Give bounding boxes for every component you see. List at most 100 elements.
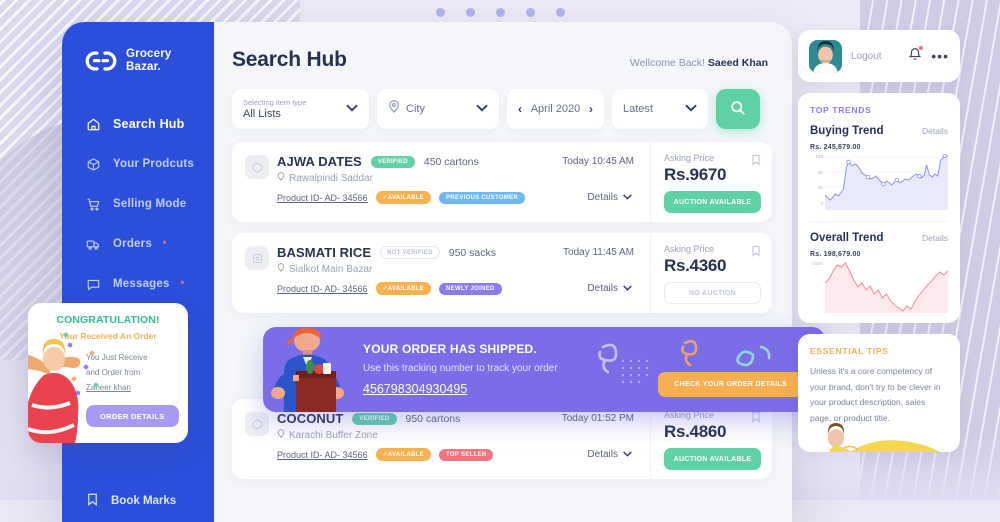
overall-trend-details-link[interactable]: Details (922, 233, 948, 243)
asking-price-value: Rs.9670 (664, 165, 727, 184)
asking-price-value: Rs.4360 (664, 256, 727, 275)
sidebar-item-orders[interactable]: Orders * (62, 224, 214, 264)
order-details-button[interactable]: ORDER DETAILS (86, 405, 179, 427)
sidebar-item-selling-mode[interactable]: Selling Mode (62, 184, 214, 224)
shipped-text-block: YOUR ORDER HAS SHIPPED. Use this trackin… (355, 342, 558, 398)
sidebar: Grocery Bazar. Search Hub Your Prodcuts (62, 22, 214, 522)
overall-trend-name: Overall Trend (810, 232, 884, 244)
sort-value: Latest (623, 103, 653, 115)
chat-icon (85, 276, 102, 293)
asking-price-label: Asking Price (664, 244, 715, 254)
chevron-down-icon (623, 283, 632, 294)
location-pin-icon (277, 172, 285, 184)
sidebar-item-search-hub[interactable]: Search Hub (62, 104, 214, 144)
details-toggle[interactable]: Details (587, 449, 640, 460)
availability-tag: ✓AVAILABLE (375, 448, 432, 461)
search-icon (730, 100, 746, 119)
auction-button[interactable]: AUCTION AVAILABLE (664, 191, 761, 213)
bookmark-icon[interactable] (751, 153, 761, 171)
bookmark-icon[interactable] (751, 244, 761, 262)
carousel-dot[interactable] (525, 8, 535, 17)
table-row[interactable]: AJWA DATES VERIFIED 450 cartons Today 10… (232, 142, 772, 222)
bookmark-icon[interactable] (751, 410, 761, 428)
auction-button[interactable]: NO AUCTION (664, 282, 761, 304)
details-toggle[interactable]: Details (587, 283, 640, 294)
bell-icon[interactable] (908, 46, 924, 66)
location-pin-icon (277, 429, 285, 441)
overall-trend-chart: 100K (810, 261, 948, 313)
carousel-dot[interactable] (435, 8, 445, 17)
details-toggle[interactable]: Details (587, 192, 640, 203)
table-row[interactable]: BASMATI RICE NOT VERIFIED 950 sacks Toda… (232, 233, 772, 313)
auction-button[interactable]: AUCTION AVAILABLE (664, 448, 761, 470)
brand-logo: Grocery Bazar. (62, 48, 214, 74)
main-content: Search Hub Wellcome Back! Saeed Khan Sel… (214, 22, 792, 522)
city-select[interactable]: City (377, 89, 499, 129)
product-quantity: 450 cartons (423, 155, 479, 168)
sidebar-item-label: Messages (113, 278, 170, 291)
prev-month-button[interactable]: ‹ (518, 102, 522, 116)
location-text: Karachi Buffer Zone (289, 429, 378, 441)
buying-trend-details-link[interactable]: Details (922, 126, 948, 136)
location-pin-icon (277, 263, 285, 275)
chevron-down-icon (685, 103, 697, 115)
avatar[interactable] (809, 39, 842, 73)
sidebar-item-label: Orders (113, 238, 152, 251)
carousel-dot[interactable] (555, 8, 565, 17)
buying-trend-amount: Rs. 245,679.00 (810, 144, 861, 151)
carousel-dot[interactable] (495, 8, 505, 17)
customer-tag: TOP SELLER (439, 448, 494, 461)
chevron-down-icon (623, 449, 632, 460)
filter-bar: Selecting item type All Lists City ‹ Apr… (232, 89, 772, 129)
product-thumbnail-icon (245, 155, 269, 179)
logout-link[interactable]: Logout (851, 51, 882, 62)
trend-divider (810, 221, 948, 222)
order-shipped-banner: YOUR ORDER HAS SHIPPED. Use this trackin… (263, 327, 825, 412)
availability-tag: ✓AVAILABLE (375, 191, 432, 204)
overall-trend-amount: Rs. 198,679.00 (810, 251, 861, 258)
product-thumbnail-icon (245, 412, 269, 436)
listing-time: Today 01:52 PM (561, 413, 634, 424)
buying-trend-chart: 100 50 25 0 (810, 154, 948, 210)
carousel-dots (0, 8, 1000, 17)
product-name: AJWA DATES (277, 154, 362, 169)
more-dots-icon[interactable]: ••• (931, 48, 949, 64)
product-id-link[interactable]: Product ID- AD- 34566 (277, 284, 368, 294)
sidebar-item-messages[interactable]: Messages * (62, 264, 214, 304)
next-month-button[interactable]: › (589, 102, 593, 116)
overall-trend-header: Overall Trend Details (810, 232, 948, 244)
chevron-down-icon (346, 103, 358, 115)
search-button[interactable] (716, 89, 760, 129)
check-order-details-button[interactable]: CHECK YOUR ORDER DETAILS (658, 372, 803, 397)
product-id-link[interactable]: Product ID- AD- 34566 (277, 193, 368, 203)
overall-chart-plot (825, 261, 948, 313)
product-quantity: 950 sacks (448, 246, 497, 259)
essential-tips-card: ESSENTIAL TIPS Unless it's a core compet… (798, 334, 960, 452)
cart-icon (85, 196, 102, 213)
product-name: BASMATI RICE (277, 245, 372, 260)
month-stepper[interactable]: ‹ April 2020 › (507, 89, 604, 129)
listing-main: AJWA DATES VERIFIED 450 cartons Today 10… (232, 142, 650, 222)
product-id-link[interactable]: Product ID- AD- 34566 (277, 450, 368, 460)
product-location: Rawalpindi Saddar (277, 172, 640, 184)
sidebar-item-your-products[interactable]: Your Prodcuts (62, 144, 214, 184)
sidebar-item-label: Selling Mode (113, 198, 187, 211)
chevron-down-icon (623, 192, 632, 203)
brand-line-2: Bazar. (126, 61, 162, 74)
tips-illustration (812, 418, 960, 452)
carousel-dot[interactable] (465, 8, 475, 17)
sort-select[interactable]: Latest (612, 89, 708, 129)
top-trends-card: TOP TRENDS Buying Trend Details Rs. 245,… (798, 93, 960, 323)
product-name: COCONUT (277, 411, 344, 426)
listing-time: Today 11:45 AM (563, 247, 634, 258)
bookmark-icon (85, 492, 100, 510)
shipped-subtitle: Use this tracking number to track your o… (363, 362, 558, 374)
tracking-number-link[interactable]: 456798304930495 (363, 382, 467, 396)
welcome-prefix: Wellcome Back! (629, 57, 705, 69)
item-type-select[interactable]: Selecting item type All Lists (232, 89, 369, 129)
listing-main: BASMATI RICE NOT VERIFIED 950 sacks Toda… (232, 233, 650, 313)
details-label: Details (587, 449, 618, 460)
asking-price-value: Rs.4860 (664, 422, 727, 441)
sidebar-item-book-marks[interactable]: Book Marks (62, 492, 214, 510)
product-quantity: 950 cartons (405, 412, 461, 425)
